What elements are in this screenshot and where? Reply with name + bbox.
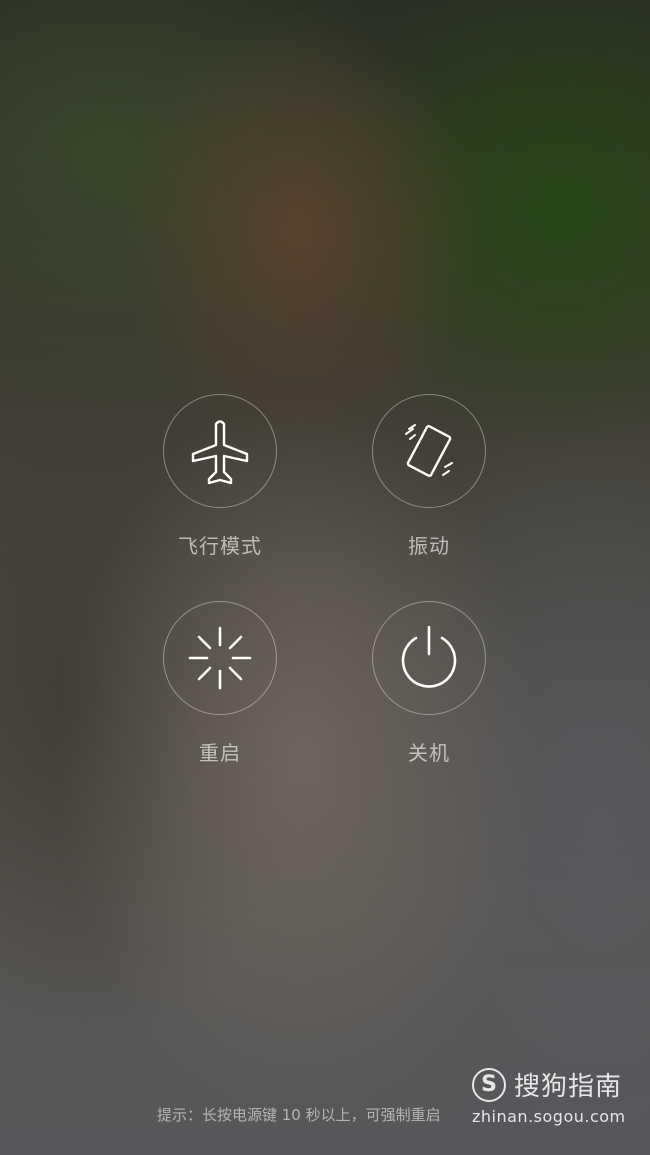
airplane-icon [191, 420, 249, 485]
watermark-url: zhinan.sogou.com [472, 1107, 626, 1126]
force-restart-hint: 提示：长按电源键 10 秒以上，可强制重启 [157, 1106, 441, 1124]
reboot-button[interactable] [163, 601, 277, 715]
power-off-label: 关机 [408, 741, 450, 765]
vibrate-button[interactable] [372, 394, 486, 508]
airplane-mode-button[interactable] [163, 394, 277, 508]
vibrate-label: 振动 [408, 534, 450, 558]
power-off-button[interactable] [372, 601, 486, 715]
airplane-mode-toggle[interactable]: 飞行模式 [140, 394, 300, 559]
reboot-label: 重启 [199, 741, 241, 765]
watermark-name: 搜狗指南 [514, 1072, 623, 1102]
sogou-watermark: S 搜狗指南 zhinan.sogou.com [472, 1066, 642, 1126]
power-off-option[interactable]: 关机 [349, 601, 509, 766]
power-icon [401, 625, 457, 688]
reboot-option[interactable]: 重启 [140, 601, 300, 766]
sogou-logo-icon: S [472, 1067, 506, 1102]
airplane-mode-label: 飞行模式 [178, 534, 262, 558]
vibrate-phone-icon [405, 424, 453, 478]
power-menu: 飞行模式 振动 重启 关机 [0, 0, 650, 1155]
vibrate-toggle[interactable]: 振动 [349, 394, 509, 559]
reboot-spinner-icon [188, 626, 252, 690]
